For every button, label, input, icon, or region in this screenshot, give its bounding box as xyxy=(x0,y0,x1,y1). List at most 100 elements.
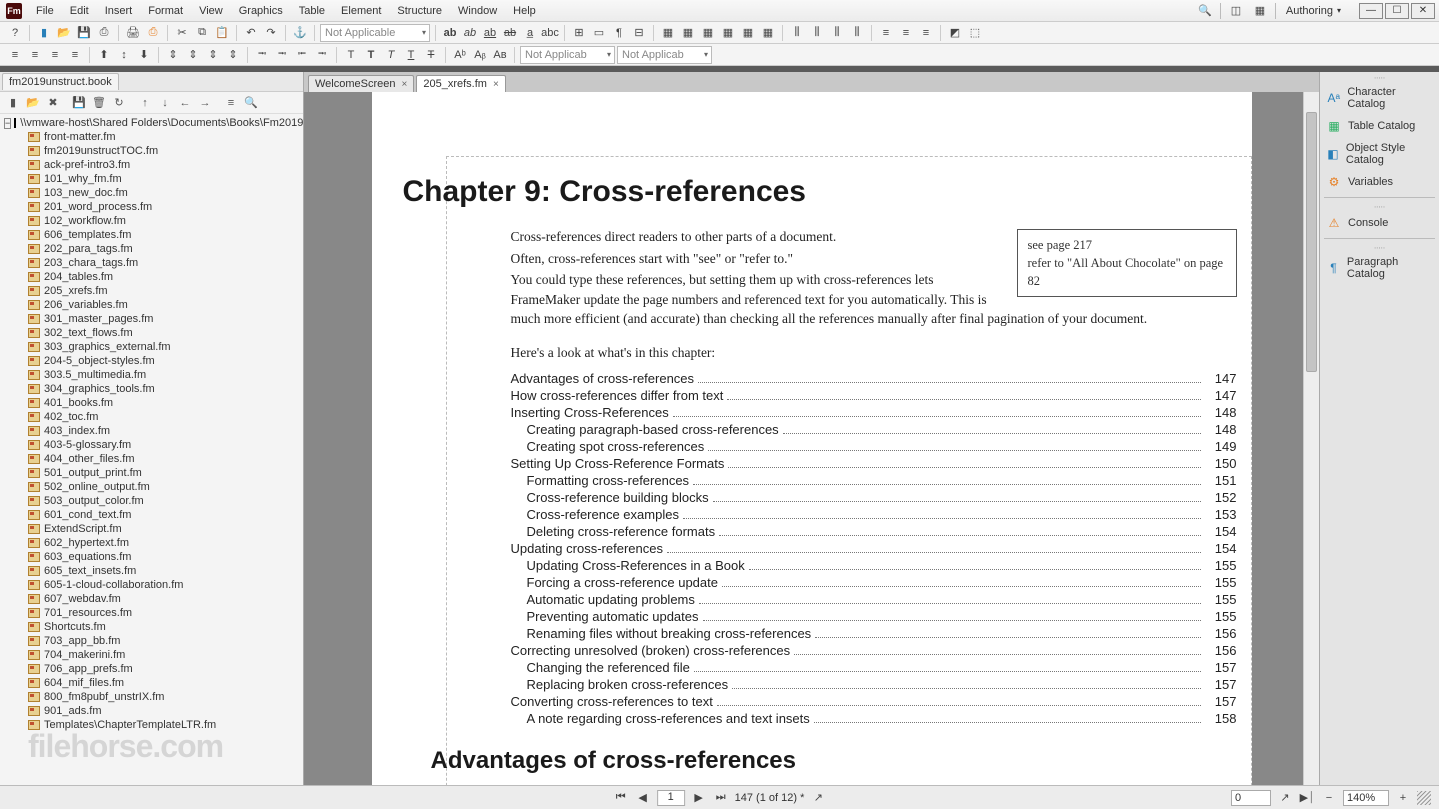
tree-item[interactable]: 404_other_files.fm xyxy=(0,452,303,466)
tree-item[interactable]: 502_online_output.fm xyxy=(0,480,303,494)
tree-item[interactable]: 601_cond_text.fm xyxy=(0,508,303,522)
cut-icon[interactable]: ✂ xyxy=(173,24,191,42)
book-tab[interactable]: fm2019unstruct.book xyxy=(2,73,119,90)
panel-variables[interactable]: ⚙Variables xyxy=(1320,170,1439,194)
max-button[interactable]: ☐ xyxy=(1385,3,1409,19)
promote-icon[interactable]: ← xyxy=(178,96,192,110)
workspace-icon[interactable]: ◫ xyxy=(1227,2,1245,20)
menu-insert[interactable]: Insert xyxy=(97,2,141,20)
table2-icon[interactable]: ▦ xyxy=(679,24,697,42)
tree-item[interactable]: 603_equations.fm xyxy=(0,550,303,564)
doc-tab-xrefs[interactable]: 205_xrefs.fm× xyxy=(416,75,505,92)
strike2-icon[interactable]: T xyxy=(422,46,440,64)
tree-item[interactable]: 301_master_pages.fm xyxy=(0,312,303,326)
menu-help[interactable]: Help xyxy=(505,2,544,20)
zoom-fit-icon[interactable]: − xyxy=(1321,790,1337,806)
save-book-icon[interactable]: 💾 xyxy=(72,96,86,110)
min-button[interactable]: — xyxy=(1359,3,1383,19)
tree-item[interactable]: 605-1-cloud-collaboration.fm xyxy=(0,578,303,592)
new-icon[interactable]: ▮ xyxy=(35,24,53,42)
tree-item[interactable]: 206_variables.fm xyxy=(0,298,303,312)
row3-icon[interactable]: ≡ xyxy=(917,24,935,42)
last-page-icon[interactable]: ⏭ xyxy=(713,790,729,806)
close-button[interactable]: ✕ xyxy=(1411,3,1435,19)
find-icon[interactable]: 🔍 xyxy=(244,96,258,110)
tree-item[interactable]: 302_text_flows.fm xyxy=(0,326,303,340)
tree-item[interactable]: 303_graphics_external.fm xyxy=(0,340,303,354)
copy-icon[interactable]: ⧉ xyxy=(193,24,211,42)
move-down-icon[interactable]: ↓ xyxy=(158,96,172,110)
tree-item[interactable]: 701_resources.fm xyxy=(0,606,303,620)
tree-item[interactable]: 204-5_object-styles.fm xyxy=(0,354,303,368)
tree-item[interactable]: ExtendScript.fm xyxy=(0,522,303,536)
menu-format[interactable]: Format xyxy=(140,2,191,20)
vertical-scrollbar[interactable] xyxy=(1303,92,1319,798)
menu-structure[interactable]: Structure xyxy=(389,2,450,20)
element-combo[interactable]: Not Applicable xyxy=(320,24,430,42)
prev-page-icon[interactable]: ◀ xyxy=(635,790,651,806)
panel-paragraph-catalog[interactable]: ¶Paragraph Catalog xyxy=(1320,252,1439,284)
menu-file[interactable]: File xyxy=(28,2,62,20)
arrange-icon[interactable]: ▦ xyxy=(1251,2,1269,20)
tree-root[interactable]: − \\vmware-host\Shared Folders\Documents… xyxy=(0,116,303,130)
valign-mid-icon[interactable]: ↕ xyxy=(115,46,133,64)
table4-icon[interactable]: ▦ xyxy=(719,24,737,42)
space3-icon[interactable]: ⇕ xyxy=(204,46,222,64)
add-folder-icon[interactable]: 📂 xyxy=(26,96,40,110)
tree-item[interactable]: 401_books.fm xyxy=(0,396,303,410)
workspace-selector[interactable]: Authoring▾ xyxy=(1282,5,1345,17)
tab-center-icon[interactable]: ⭲ xyxy=(273,46,291,64)
panel-object-style-catalog[interactable]: ◧Object Style Catalog xyxy=(1320,138,1439,170)
col3-icon[interactable]: ⫼ xyxy=(828,24,846,42)
panel-character-catalog[interactable]: AᵃCharacter Catalog xyxy=(1320,82,1439,114)
bold2-icon[interactable]: T xyxy=(362,46,380,64)
scrollbar-thumb[interactable] xyxy=(1306,112,1317,372)
zoom-input[interactable]: 140% xyxy=(1343,790,1389,806)
tree-item[interactable]: 501_output_print.fm xyxy=(0,466,303,480)
tree-item[interactable]: Shortcuts.fm xyxy=(0,620,303,634)
tree-item[interactable]: 901_ads.fm xyxy=(0,704,303,718)
align-justify-icon[interactable]: ≡ xyxy=(66,46,84,64)
char-combo[interactable]: Not Applicab xyxy=(617,46,712,64)
tree-item[interactable]: Templates\ChapterTemplateLTR.fm xyxy=(0,718,303,732)
goto-icon[interactable]: ↗ xyxy=(810,790,826,806)
list-icon[interactable]: ≡ xyxy=(224,96,238,110)
table6-icon[interactable]: ▦ xyxy=(759,24,777,42)
panel-table-catalog[interactable]: ▦Table Catalog xyxy=(1320,114,1439,138)
zoom-in-icon[interactable]: + xyxy=(1395,790,1411,806)
help-icon[interactable]: ? xyxy=(6,24,24,42)
tab-left-icon[interactable]: ⭲ xyxy=(253,46,271,64)
tree-item[interactable]: 103_new_doc.fm xyxy=(0,186,303,200)
tree-item[interactable]: 704_makerini.fm xyxy=(0,648,303,662)
save-icon[interactable]: 💾 xyxy=(75,24,93,42)
space2-icon[interactable]: ⇕ xyxy=(184,46,202,64)
border-icon[interactable]: ▭ xyxy=(590,24,608,42)
close-icon[interactable]: × xyxy=(402,79,408,90)
tab-dec-icon[interactable]: ⭲ xyxy=(313,46,331,64)
tree-toggle-icon[interactable]: − xyxy=(4,118,11,129)
under2-icon[interactable]: T xyxy=(402,46,420,64)
table5-icon[interactable]: ▦ xyxy=(739,24,757,42)
demote-icon[interactable]: → xyxy=(198,96,212,110)
panel-grip[interactable]: ∙∙∙∙∙ xyxy=(1320,72,1439,82)
redo-icon[interactable]: ↷ xyxy=(262,24,280,42)
col4-icon[interactable]: ⫼ xyxy=(848,24,866,42)
first-page-icon[interactable]: ⏮ xyxy=(613,790,629,806)
misc2-icon[interactable]: ⬚ xyxy=(966,24,984,42)
italic2-icon[interactable]: T xyxy=(382,46,400,64)
symbol-icon[interactable]: ¶ xyxy=(610,24,628,42)
panel-grip[interactable]: ∙∙∙∙∙ xyxy=(1320,242,1439,252)
tree-item[interactable]: 503_output_color.fm xyxy=(0,494,303,508)
move-up-icon[interactable]: ↑ xyxy=(138,96,152,110)
tree-item[interactable]: 602_hypertext.fm xyxy=(0,536,303,550)
tree-item[interactable]: front-matter.fm xyxy=(0,130,303,144)
page-input[interactable]: 1 xyxy=(657,790,685,806)
add-file-icon[interactable]: ▮ xyxy=(6,96,20,110)
saveall-icon[interactable]: ⎙ xyxy=(95,24,113,42)
struck-icon[interactable]: ab xyxy=(501,24,519,42)
menu-table[interactable]: Table xyxy=(291,2,333,20)
exclude-icon[interactable]: ✖ xyxy=(46,96,60,110)
doc-canvas[interactable]: Chapter 9: Cross-references see page 217… xyxy=(304,92,1319,798)
super-icon[interactable]: Aᵇ xyxy=(451,46,469,64)
table1-icon[interactable]: ▦ xyxy=(659,24,677,42)
